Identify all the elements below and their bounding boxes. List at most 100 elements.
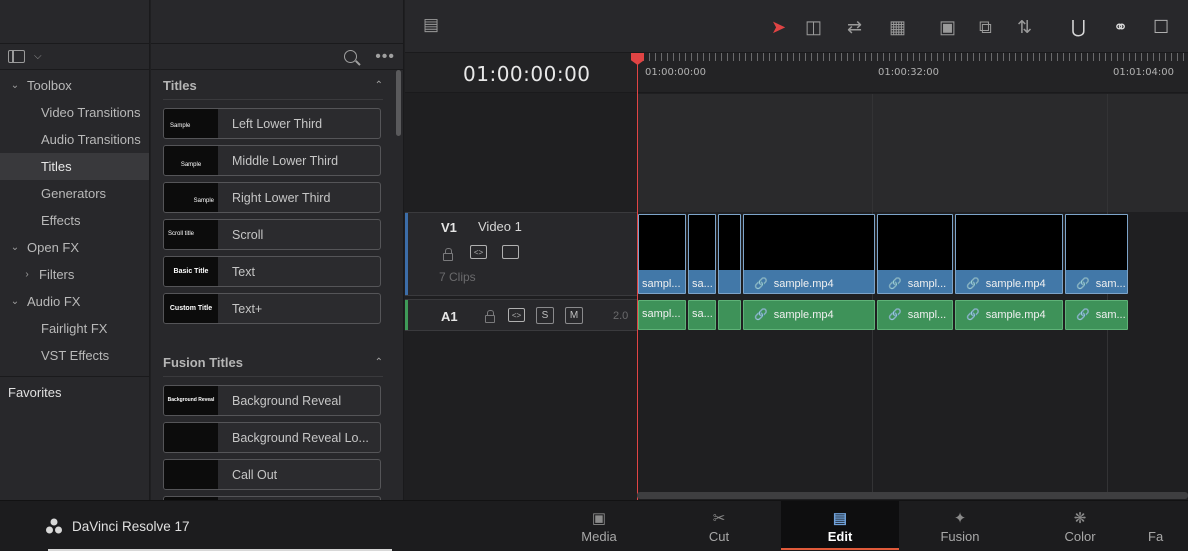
video-clip[interactable]: sa... [688, 214, 716, 294]
chevron-down-icon[interactable]: ⌄ [9, 296, 21, 307]
audio-clip[interactable]: 🔗 sampl... [877, 300, 953, 330]
playhead-line[interactable] [637, 53, 638, 500]
audio-clip[interactable]: sa... [688, 300, 716, 330]
clip-thumbnail [744, 215, 874, 270]
audio-clip[interactable]: sampl... [638, 300, 686, 330]
track-name[interactable]: Video 1 [478, 219, 522, 234]
tree-item-filters[interactable]: › Filters [0, 261, 149, 288]
tree-item-fairlight-fx[interactable]: Fairlight FX [0, 315, 149, 342]
timeline-view-options-icon[interactable]: ▤ [423, 15, 439, 35]
audio-clip[interactable] [718, 300, 741, 330]
ruler-label: 01:00:00:00 [645, 67, 707, 78]
auto-select-icon[interactable]: <> [470, 245, 487, 259]
tab-cut[interactable]: ✂ Cut [660, 501, 778, 550]
tab-edit[interactable]: ▤ Edit [781, 501, 899, 550]
tab-fairlight[interactable]: Fa [1141, 501, 1188, 550]
video-clip[interactable]: 🔗 sample.mp4 [743, 214, 875, 294]
linked-selection-icon[interactable]: ⚭ [1113, 17, 1128, 38]
ruler-label: 01:00:32:00 [878, 67, 940, 78]
tree-item-effects[interactable]: Effects [0, 207, 149, 234]
clip-thumbnail [1066, 215, 1127, 270]
trim-mode-icon[interactable]: ◫ [805, 17, 822, 38]
fx-item-text-plus[interactable]: Custom Title Text+ [163, 293, 381, 324]
fusion-titles-section-header[interactable]: Fusion Titles ⌃ [163, 355, 383, 377]
panel-toggle-icon[interactable] [8, 50, 25, 63]
tree-item-video-transitions[interactable]: Video Transitions [0, 99, 149, 126]
blade-mode-icon[interactable]: ▦ [889, 17, 906, 38]
tree-item-audio-transitions[interactable]: Audio Transitions [0, 126, 149, 153]
insert-clip-icon[interactable]: ▣ [939, 17, 956, 38]
solo-button[interactable]: S [536, 307, 554, 324]
chevron-down-icon[interactable]: ⌵ [34, 51, 42, 62]
chevron-up-icon[interactable]: ⌃ [375, 80, 383, 91]
clip-label: 🔗 sample.mp4 [959, 308, 1046, 321]
fx-item-text[interactable]: Basic Title Text [163, 256, 381, 287]
fx-thumbnail: Background Reveal [164, 386, 218, 415]
search-icon[interactable] [344, 50, 358, 63]
chevron-right-icon[interactable]: › [21, 269, 33, 280]
mute-button[interactable]: M [565, 307, 583, 324]
fx-item-right-lower-third[interactable]: Sample Right Lower Third [163, 182, 381, 213]
tab-label: Color [1064, 529, 1096, 544]
clip-thumbnail [719, 215, 740, 270]
tree-item-generators[interactable]: Generators [0, 180, 149, 207]
fx-thumbnail [164, 423, 218, 452]
tree-item-audio-fx[interactable]: ⌄ Audio FX [0, 288, 149, 315]
tree-item-vst-effects[interactable]: VST Effects [0, 342, 149, 369]
audio-clip[interactable]: 🔗 sam... [1065, 300, 1128, 330]
more-options-icon[interactable]: ••• [375, 48, 395, 66]
overwrite-clip-icon[interactable]: ⧉ [979, 17, 992, 38]
video-clip[interactable]: 🔗 sampl... [877, 214, 953, 294]
tab-label: Cut [708, 529, 730, 544]
replace-clip-icon[interactable]: ⇅ [1017, 17, 1032, 38]
audio-clip[interactable]: 🔗 sample.mp4 [743, 300, 875, 330]
video-clip[interactable]: 🔗 sam... [1065, 214, 1128, 294]
titles-section-header[interactable]: Titles ⌃ [163, 78, 383, 100]
video-clip[interactable] [718, 214, 741, 294]
link-icon: 🔗 [966, 309, 980, 321]
timeline-ruler[interactable]: 01:00:00:00 01:00:00:00 01:00:32:00 01:0… [405, 53, 1188, 93]
fx-item-middle-lower-third[interactable]: Sample Middle Lower Third [163, 145, 381, 176]
selection-mode-icon[interactable]: ➤ [771, 17, 786, 38]
chevron-down-icon[interactable]: ⌄ [9, 242, 21, 253]
clip-thumbnail [639, 215, 685, 270]
tab-color[interactable]: ❋ Color [1021, 501, 1139, 550]
fx-item-left-lower-third[interactable]: Sample Left Lower Third [163, 108, 381, 139]
fx-item-background-reveal[interactable]: Background Reveal Background Reveal [163, 385, 381, 416]
fairlight-icon [1141, 501, 1188, 527]
fx-item-background-reveal-lower[interactable]: Background Reveal Lo... [163, 422, 381, 453]
tree-item-label: Effects [41, 213, 81, 228]
clip-label: 🔗 sampl... [881, 308, 946, 321]
tree-item-open-fx[interactable]: ⌄ Open FX [0, 234, 149, 261]
chevron-down-icon[interactable]: ⌄ [9, 80, 21, 91]
audio-track-header: A1 <> S M 2.0 [405, 299, 637, 331]
fx-thumbnail [164, 460, 218, 489]
video-clip[interactable]: 🔗 sample.mp4 [955, 214, 1063, 294]
video-clip[interactable]: sampl... [638, 214, 686, 294]
favorites-header[interactable]: Favorites [8, 385, 61, 400]
fx-item-scroll[interactable]: Scroll title Scroll [163, 219, 381, 250]
auto-select-icon[interactable]: <> [508, 308, 525, 322]
track-color-accent [405, 300, 408, 330]
tab-fusion[interactable]: ✦ Fusion [901, 501, 1019, 550]
tab-media[interactable]: ▣ Media [540, 501, 658, 550]
lock-icon[interactable] [485, 310, 495, 323]
effects-tree: ⌄ Toolbox Video Transitions Audio Transit… [0, 70, 149, 369]
position-lock-icon[interactable]: ☐ [1153, 17, 1169, 38]
snapping-icon[interactable]: ⋃ [1071, 17, 1086, 38]
timecode-display: 01:00:00:00 [463, 62, 591, 86]
list-scrollbar[interactable] [396, 70, 401, 136]
clip-name: sample.mp4 [773, 278, 834, 290]
audio-clip[interactable]: 🔗 sample.mp4 [955, 300, 1063, 330]
clip-name: sam... [1095, 278, 1126, 290]
chevron-up-icon[interactable]: ⌃ [375, 357, 383, 368]
timeline-toolbar: ▤ ➤ ◫ ⇄ ▦ ▣ ⧉ ⇅ ⋃ ⚭ ☐ [405, 0, 1188, 53]
timeline-horizontal-scrollbar[interactable] [637, 492, 1188, 499]
dynamic-trim-icon[interactable]: ⇄ [847, 17, 862, 38]
track-id: A1 [441, 309, 458, 324]
lock-icon[interactable] [443, 248, 453, 261]
fx-item-call-out[interactable]: Call Out [163, 459, 381, 490]
tree-item-toolbox[interactable]: ⌄ Toolbox [0, 72, 149, 99]
video-enable-icon[interactable] [502, 245, 519, 259]
tree-item-titles[interactable]: Titles [0, 153, 149, 180]
